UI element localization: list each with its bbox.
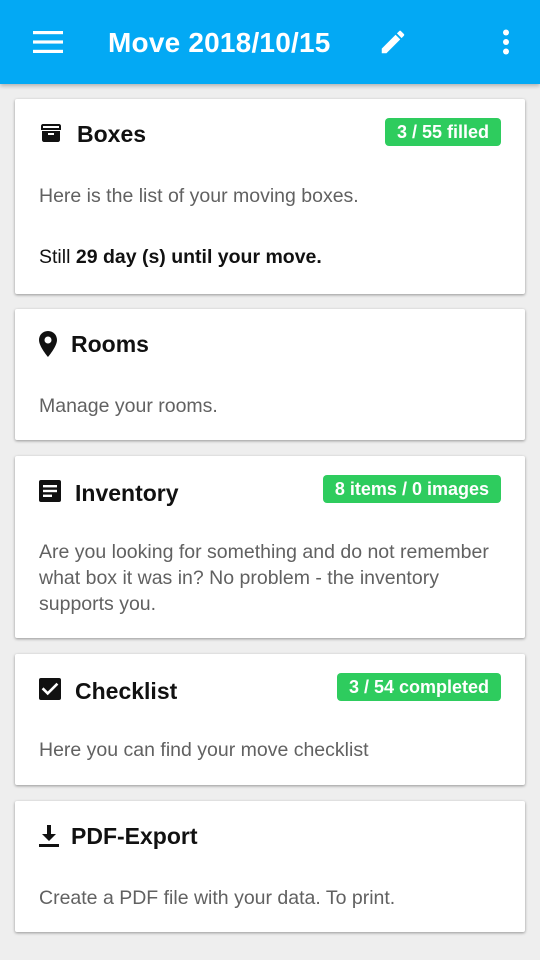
rooms-title: Rooms — [71, 331, 149, 357]
overflow-menu-button[interactable] — [488, 20, 524, 64]
checklist-description: Here you can find your move checklist — [39, 739, 369, 761]
location-pin-icon — [37, 331, 59, 357]
rooms-card[interactable]: Rooms Manage your rooms. — [15, 309, 525, 440]
rooms-description: Manage your rooms. — [39, 395, 218, 417]
boxes-description: Here is the list of your moving boxes. — [39, 185, 359, 207]
menu-button[interactable] — [22, 20, 74, 64]
boxes-badge: 3 / 55 filled — [384, 118, 501, 146]
countdown-days: 29 day (s) until your move. — [75, 246, 322, 268]
archive-box-icon — [39, 121, 63, 145]
inventory-card[interactable]: Inventory 8 items / 0 images Are you loo… — [15, 456, 525, 638]
app-bar: Move 2018/10/15 — [0, 0, 540, 84]
boxes-countdown: Still 29 day (s) until your move. — [39, 246, 322, 269]
countdown-prefix: Still — [39, 246, 71, 268]
pdf-export-title: PDF-Export — [71, 823, 198, 849]
checklist-badge: 3 / 54 completed — [336, 673, 501, 701]
download-icon — [39, 825, 59, 847]
edit-button[interactable] — [370, 20, 416, 64]
pdf-export-description: Create a PDF file with your data. To pri… — [39, 887, 396, 909]
pdf-export-card[interactable]: PDF-Export Create a PDF file with your d… — [15, 801, 525, 932]
checkbox-checked-icon — [39, 678, 61, 700]
pencil-icon — [381, 30, 405, 54]
inventory-badge: 8 items / 0 images — [322, 475, 501, 503]
inventory-title: Inventory — [75, 480, 179, 506]
document-list-icon — [39, 480, 61, 502]
app-title: Move 2018/10/15 — [108, 27, 331, 58]
checklist-card[interactable]: Checklist 3 / 54 completed Here you can … — [15, 654, 525, 785]
more-vertical-icon — [503, 29, 509, 55]
inventory-description: Are you looking for something and do not… — [39, 541, 489, 615]
menu-icon — [33, 31, 63, 53]
boxes-card[interactable]: Boxes 3 / 55 filled Here is the list of … — [15, 99, 525, 294]
boxes-title: Boxes — [77, 121, 147, 147]
checklist-title: Checklist — [75, 678, 178, 704]
